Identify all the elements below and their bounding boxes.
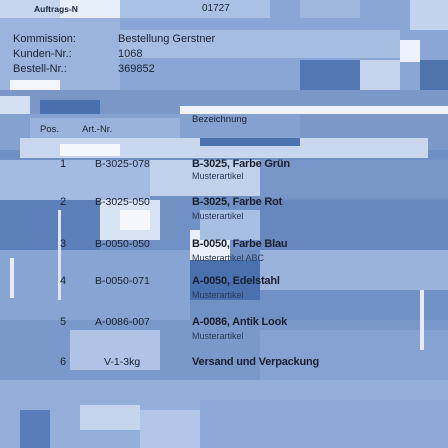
column-description: Bezeichnung [192,114,247,125]
row-position: 5 [60,316,67,328]
order-ref-value: 369852 [118,63,155,75]
row-description: Versand und Verpackung [192,356,320,368]
order-ref-label: Bestell-Nr.: [13,63,67,75]
row-subtitle: Musterartikel [192,290,244,300]
row-position: 2 [60,196,67,208]
row-article-number: B-3025-078 [95,158,150,170]
mosaic-background [0,0,448,448]
row-description: B-3025, Farbe Grün [192,158,290,170]
row-article-number: B-0050-071 [95,275,150,287]
row-subtitle: Musterartikel [192,211,244,221]
row-position: 1 [60,158,67,170]
row-article-number: B-0050-050 [95,238,150,250]
commission-label: Kommission: [13,33,76,45]
customer-number-label: Kunden-Nr.: [13,48,72,60]
row-position: 6 [60,356,67,368]
row-description: B-3025, Farbe Rot [192,196,283,208]
row-subtitle: Musterartikel [192,331,244,341]
row-article-number: V-1-3kg [104,356,141,368]
row-subtitle: Musterartikel [192,171,244,181]
order-number-value: 01727 [202,3,230,14]
column-article-number: Art.-Nr. [82,124,113,135]
row-description: A-0086, Antik Look [192,316,288,328]
row-subtitle: Musterartikel ABC [192,253,265,263]
column-position: Pos. [40,124,60,135]
row-position: 4 [60,275,67,287]
customer-number-value: 1068 [118,48,143,60]
commission-value: Bestellung Gerstner [118,33,216,45]
row-article-number: B-3025-050 [95,196,150,208]
row-description: A-0050, Edelstahl [192,275,280,287]
row-article-number: A-0086-007 [95,316,150,328]
row-description: B-0050, Farbe Blau [192,238,288,250]
order-number-label: Auftrags-N [34,4,78,14]
row-position: 3 [60,238,67,250]
